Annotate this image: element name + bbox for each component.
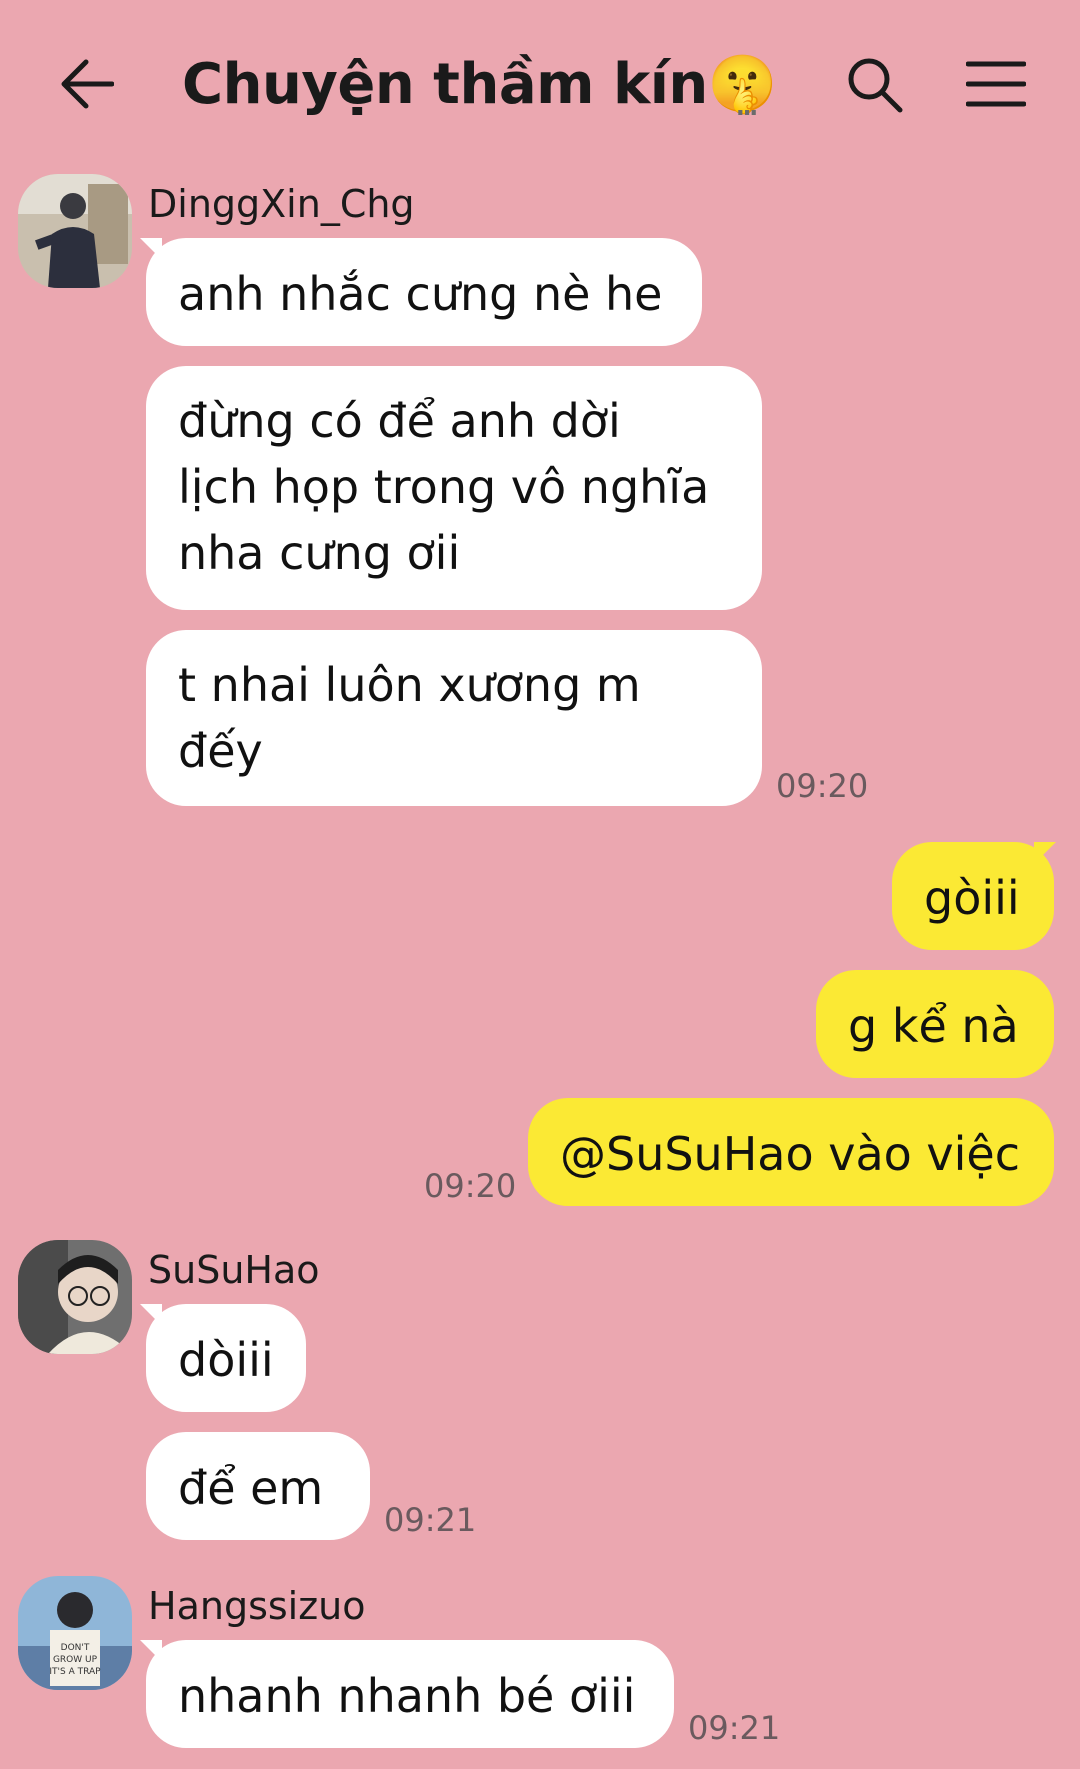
avatar[interactable]: DON'T GROW UP IT'S A TRAP	[18, 1576, 132, 1690]
message-bubble[interactable]: nhanh nhanh bé ơiii	[146, 1640, 674, 1748]
message-bubble-outgoing[interactable]: gòiii	[892, 842, 1054, 950]
avatar[interactable]	[18, 1240, 132, 1354]
hamburger-menu-icon[interactable]	[966, 60, 1026, 108]
message-bubble[interactable]: anh nhắc cưng nè he	[146, 238, 702, 346]
more-indicator: ...	[734, 79, 760, 125]
message-time: 09:20	[424, 1167, 517, 1205]
message-bubble[interactable]: đừng có để anh dời lịch họp trong vô ngh…	[146, 366, 762, 610]
message-bubble[interactable]: để em	[146, 1432, 370, 1540]
sender-name: Hangssizuo	[148, 1584, 366, 1628]
chat-title[interactable]: Chuyện thầm kín🤫	[182, 40, 777, 130]
message-time: 09:20	[776, 767, 869, 805]
message-bubble[interactable]: dòiii	[146, 1304, 306, 1412]
message-bubble-outgoing[interactable]: g kể nà	[816, 970, 1054, 1078]
message-time: 09:21	[384, 1501, 477, 1539]
svg-text:DON'T: DON'T	[61, 1643, 90, 1653]
avatar[interactable]	[18, 174, 132, 288]
chat-header: Chuyện thầm kín🤫 ...	[0, 0, 1080, 170]
avatar-photo	[18, 174, 132, 288]
sender-name: DinggXin_Chg	[148, 182, 415, 226]
arrow-left-icon[interactable]	[58, 58, 114, 110]
sender-name: SuSuHao	[148, 1248, 320, 1292]
svg-text:GROW UP: GROW UP	[53, 1655, 98, 1665]
message-bubble-outgoing[interactable]: @SuSuHao vào việc	[528, 1098, 1054, 1206]
avatar-photo	[18, 1240, 132, 1354]
search-icon[interactable]	[846, 56, 904, 114]
message-time: 09:21	[688, 1709, 781, 1747]
avatar-photo: DON'T GROW UP IT'S A TRAP	[18, 1576, 132, 1690]
message-bubble[interactable]: t nhai luôn xương m đếy	[146, 630, 762, 806]
svg-text:IT'S A TRAP: IT'S A TRAP	[49, 1667, 101, 1677]
